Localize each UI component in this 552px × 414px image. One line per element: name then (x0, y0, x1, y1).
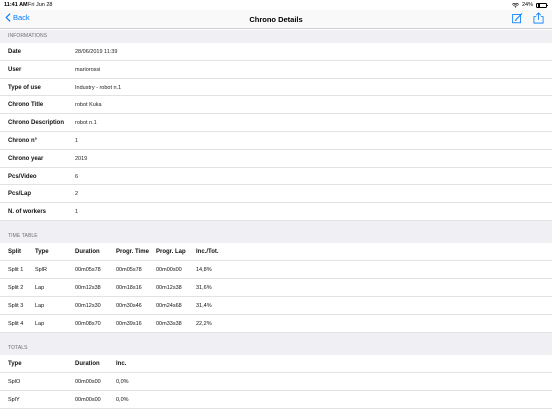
navigation-bar: Back Chrono Details (0, 10, 552, 29)
table-cell: 31,4% (196, 303, 212, 309)
table-cell: Lap (35, 321, 45, 327)
table-cell: Split 3 (8, 303, 24, 309)
table-row: Split 4 Lap 00m08s70 00m39s16 00m33s38 2… (0, 315, 552, 333)
info-value: robot Kuka (75, 102, 102, 109)
time-table-column-headers: Split Type Duration Progr. Time Progr. L… (0, 243, 552, 261)
table-cell: 00m12s38 (75, 285, 101, 291)
table-row: Split 2 Lap 00m12s38 00m18s16 00m12s38 3… (0, 279, 552, 297)
table-cell: 00m33s38 (156, 321, 182, 327)
info-row-workers: N. of workers 1 (0, 203, 552, 221)
table-cell: 00m00s00 (75, 397, 101, 403)
table-cell: 31,6% (196, 285, 212, 291)
share-icon[interactable] (533, 12, 544, 24)
info-label: Pcs/Lap (8, 191, 32, 198)
column-header: Duration (75, 249, 100, 255)
table-cell: 00m00s00 (75, 379, 101, 385)
info-value: 1 (75, 138, 79, 144)
table-cell: 00m05s78 (116, 267, 142, 273)
table-cell: 00m39s16 (116, 321, 142, 327)
wifi-icon (512, 2, 519, 8)
edit-icon[interactable] (512, 12, 523, 24)
info-row-pcs-video: Pcs/Video 6 (0, 168, 552, 186)
info-value: 2 (75, 191, 79, 198)
info-label: Date (8, 49, 22, 55)
column-header: Type (8, 361, 22, 367)
column-header: Split (8, 249, 21, 255)
info-row-pcs-lap: Pcs/Lap 2 (0, 185, 552, 204)
informations-header: INFORMATIONS (0, 29, 552, 43)
table-cell: Lap (35, 285, 45, 291)
totals-column-headers: Type Duration Inc. (0, 355, 552, 373)
info-value: mariorossi (75, 66, 101, 73)
table-row: Split 3 Lap 00m12s30 00m30s46 00m24s68 3… (0, 297, 552, 315)
table-cell: 14,8% (196, 267, 212, 273)
info-label: Chrono n° (8, 138, 38, 144)
table-cell: 0,0% (116, 397, 129, 403)
info-row-user: User mariorossi (0, 61, 552, 79)
status-date: Fri Jun 28 (28, 2, 53, 8)
info-label: Type of use (8, 84, 41, 91)
info-value: robot n.1 (75, 120, 97, 127)
info-row-chrono-year: Chrono year 2019 (0, 150, 552, 168)
battery-percent: 24% (521, 2, 533, 8)
info-value: 1 (75, 209, 79, 216)
info-value: Industry - robot n.1 (75, 84, 122, 91)
totals-header: TOTALS (0, 333, 552, 355)
info-label: N. of workers (8, 209, 47, 216)
info-label: User (8, 66, 22, 73)
table-row: Split 1 SplR 00m05s78 00m05s78 00m00s00 … (0, 261, 552, 279)
status-time: 11:41 AM (4, 2, 28, 8)
table-cell: Split 1 (8, 267, 24, 273)
info-label: Chrono year (8, 155, 44, 162)
column-header: Duration (75, 361, 100, 367)
table-cell: 0,0% (116, 379, 129, 385)
table-cell: Split 2 (8, 285, 24, 291)
info-row-type-of-use: Type of use Industry - robot n.1 (0, 79, 552, 97)
table-cell: 00m30s46 (116, 303, 142, 309)
column-header: Type (35, 249, 49, 255)
time-table-header: TIME TABLE (0, 221, 552, 243)
table-cell: 00m08s70 (75, 321, 101, 327)
table-cell: 00m12s38 (156, 285, 182, 291)
column-header: Inc. (116, 361, 127, 367)
table-cell: 00m00s00 (156, 267, 182, 273)
info-label: Chrono Description (8, 120, 65, 127)
info-row-chrono-title: Chrono Title robot Kuka (0, 96, 552, 115)
info-row-chrono-number: Chrono n° 1 (0, 132, 552, 150)
page-title: Chrono Details (249, 15, 303, 24)
column-header: Progr. Lap (156, 249, 186, 255)
table-cell: Lap (35, 303, 45, 309)
table-cell: 00m18s16 (116, 285, 142, 291)
info-row-date: Date 28/06/2019 11:39 (0, 43, 552, 61)
info-label: Pcs/Video (8, 173, 37, 180)
table-cell: 22,2% (196, 321, 212, 327)
table-cell: SplO (8, 379, 21, 385)
column-header: Progr. Time (116, 249, 149, 255)
table-cell: SplR (35, 267, 47, 273)
battery-icon (536, 2, 548, 8)
info-value: 28/06/2019 11:39 (75, 49, 118, 55)
info-value: 6 (75, 173, 79, 180)
table-cell: 00m24s68 (156, 303, 182, 309)
info-value: 2019 (75, 155, 88, 162)
table-cell: 00m05s78 (75, 267, 101, 273)
table-row: SplO 00m00s00 0,0% (0, 373, 552, 391)
info-row-chrono-description: Chrono Description robot n.1 (0, 114, 552, 132)
table-cell: 00m12s30 (75, 303, 101, 309)
table-cell: SplY (8, 397, 20, 403)
table-row: SplY 00m00s00 0,0% (0, 391, 552, 409)
table-cell: Split 4 (8, 321, 24, 327)
info-label: Chrono Title (8, 102, 44, 109)
column-header: Inc./Tot. (196, 249, 219, 255)
status-bar: 11:41 AM Fri Jun 28 24% (0, 0, 552, 10)
